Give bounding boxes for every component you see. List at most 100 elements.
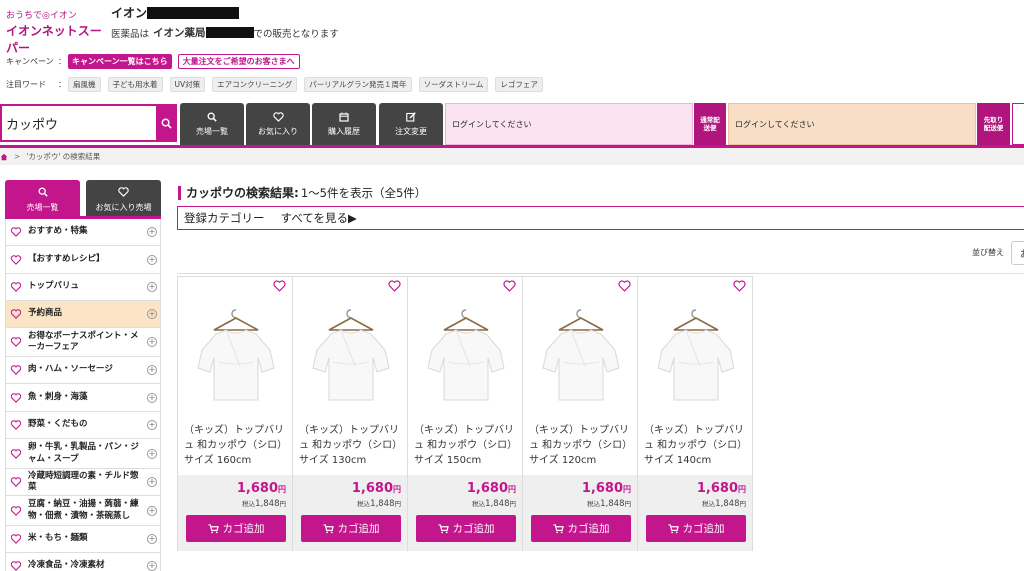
- sidebar-item[interactable]: 【おすすめレシピ】 +: [6, 246, 160, 274]
- product-image[interactable]: [644, 301, 748, 411]
- nav-purchase-history-button[interactable]: 購入履歴: [312, 103, 376, 145]
- expand-icon[interactable]: +: [147, 254, 157, 265]
- login-prompt-pickup[interactable]: ログインしてください: [728, 103, 976, 145]
- sidebar-item[interactable]: 野菜・くだもの +: [6, 412, 160, 439]
- heart-icon[interactable]: [10, 337, 22, 347]
- product-image[interactable]: [529, 301, 633, 411]
- product-card[interactable]: （キッズ）トップバリュ 和カッポウ（シロ）サイズ 120cm 1,680円 税込1,…: [522, 276, 638, 551]
- product-card[interactable]: （キッズ）トップバリュ 和カッポウ（シロ）サイズ 130cm 1,680円 税込1,…: [292, 276, 408, 551]
- add-to-cart-button[interactable]: カゴ追加: [531, 515, 631, 542]
- expand-icon[interactable]: +: [147, 309, 157, 319]
- keyword-tag[interactable]: レゴフェア: [495, 77, 543, 92]
- heart-icon[interactable]: [10, 365, 22, 375]
- expand-icon[interactable]: +: [147, 337, 157, 347]
- product-image[interactable]: [184, 301, 288, 411]
- login-prompt-normal[interactable]: ログインしてください: [445, 103, 693, 145]
- expand-icon[interactable]: +: [147, 282, 157, 292]
- sidebar-item-label: 予約商品: [28, 308, 63, 319]
- keyword-colon: ：: [58, 80, 66, 89]
- sidebar-item-label: 冷蔵時短調理の素・チルド惣菜: [28, 470, 139, 492]
- product-name[interactable]: （キッズ）トップバリュ 和カッポウ（シロ）サイズ 160cm: [184, 423, 290, 468]
- favorite-heart-icon[interactable]: [503, 280, 516, 292]
- product-name[interactable]: （キッズ）トップバリュ 和カッポウ（シロ）サイズ 150cm: [414, 423, 520, 468]
- add-to-cart-button[interactable]: カゴ追加: [301, 515, 401, 542]
- home-icon[interactable]: [0, 153, 8, 161]
- heart-icon[interactable]: [10, 420, 22, 430]
- favorite-heart-icon[interactable]: [733, 280, 746, 292]
- product-card[interactable]: （キッズ）トップバリュ 和カッポウ（シロ）サイズ 140cm 1,680円 税込1,…: [637, 276, 753, 551]
- sidebar-item[interactable]: 魚・刺身・海藻 +: [6, 384, 160, 412]
- tab-favorite-floors[interactable]: お気に入り売場: [86, 180, 161, 216]
- expand-icon[interactable]: +: [147, 448, 157, 459]
- sidebar-item[interactable]: お得なボーナスポイント・メーカーフェア +: [6, 328, 160, 357]
- add-to-cart-button[interactable]: カゴ追加: [646, 515, 746, 542]
- keyword-tag[interactable]: 子ども用水着: [107, 77, 163, 92]
- search-icon: [38, 187, 48, 197]
- keyword-tag[interactable]: 扇風機: [68, 77, 101, 92]
- sidebar-item[interactable]: 冷蔵時短調理の素・チルド惣菜 +: [6, 469, 160, 496]
- heart-icon[interactable]: [10, 561, 22, 571]
- nav-sales-floor-button[interactable]: 売場一覧: [180, 103, 244, 145]
- nav-order-change-button[interactable]: 注文変更: [379, 103, 443, 145]
- tax-yen: 円: [624, 500, 632, 508]
- expand-icon[interactable]: +: [147, 505, 157, 516]
- keyword-tag[interactable]: パーリアルグラン発売１周年: [304, 77, 412, 92]
- site-logo[interactable]: おうちで◎イオン イオンネットスーパー: [6, 8, 106, 56]
- heart-icon[interactable]: [10, 309, 22, 319]
- heart-icon[interactable]: [10, 392, 22, 403]
- expand-icon[interactable]: +: [147, 392, 157, 403]
- sidebar-item[interactable]: 肉・ハム・ソーセージ +: [6, 357, 160, 384]
- sort-select[interactable]: お: [1011, 241, 1024, 265]
- keyword-tag[interactable]: エアコンクリーニング: [212, 77, 298, 92]
- search-icon: [161, 118, 172, 129]
- heart-icon[interactable]: [10, 227, 22, 237]
- sidebar-item[interactable]: 予約商品 +: [6, 301, 160, 328]
- expand-icon[interactable]: +: [147, 477, 157, 487]
- product-image[interactable]: [414, 301, 518, 411]
- search-button[interactable]: [156, 104, 177, 142]
- tab-sales-floor[interactable]: 売場一覧: [5, 180, 80, 216]
- heading-accent-bar: [178, 185, 181, 200]
- expand-icon[interactable]: +: [147, 420, 157, 430]
- sidebar-item[interactable]: トップバリュ +: [6, 274, 160, 301]
- expand-icon[interactable]: +: [147, 561, 157, 571]
- sidebar-item[interactable]: 冷凍食品・冷凍素材 +: [6, 553, 160, 571]
- expand-icon[interactable]: +: [147, 534, 157, 544]
- add-to-cart-button[interactable]: カゴ追加: [186, 515, 286, 542]
- add-to-cart-button[interactable]: カゴ追加: [416, 515, 516, 542]
- price-yen: 円: [623, 485, 631, 494]
- heart-icon[interactable]: [10, 254, 22, 265]
- product-name[interactable]: （キッズ）トップバリュ 和カッポウ（シロ）サイズ 140cm: [644, 423, 750, 468]
- heart-icon[interactable]: [10, 505, 22, 516]
- show-all-categories-link[interactable]: すべてを見る▶: [281, 210, 357, 226]
- tax-label: 税込: [587, 500, 601, 508]
- nav-overflow-box[interactable]: [1012, 103, 1024, 145]
- bulk-order-button[interactable]: 大量注文をご希望のお客さまへ: [177, 54, 300, 69]
- sidebar-item[interactable]: おすすめ・特集 +: [6, 219, 160, 246]
- heart-icon[interactable]: [10, 448, 22, 459]
- heart-icon[interactable]: [10, 534, 22, 544]
- favorite-heart-icon[interactable]: [388, 280, 401, 292]
- sidebar-item[interactable]: 卵・牛乳・乳製品・パン・ジャム・スープ +: [6, 439, 160, 469]
- expand-icon[interactable]: +: [147, 227, 157, 237]
- product-name[interactable]: （キッズ）トップバリュ 和カッポウ（シロ）サイズ 120cm: [529, 423, 635, 468]
- campaign-list-button[interactable]: キャンペーン一覧はこちら: [68, 54, 172, 69]
- product-price: 1,680円: [352, 481, 401, 496]
- search-input[interactable]: カッポウ: [0, 104, 156, 142]
- product-image[interactable]: [299, 301, 403, 411]
- sidebar-item[interactable]: 米・もち・麺類 +: [6, 526, 160, 553]
- logo-tagline: おうちで◎イオン: [6, 11, 77, 21]
- keyword-tag[interactable]: ソーダストリーム: [418, 77, 489, 92]
- nav-favorites-button[interactable]: お気に入り: [246, 103, 310, 145]
- favorite-heart-icon[interactable]: [273, 280, 286, 292]
- keyword-tag[interactable]: UV対策: [169, 77, 206, 92]
- heart-icon[interactable]: [10, 477, 22, 487]
- favorite-heart-icon[interactable]: [618, 280, 631, 292]
- sidebar-item[interactable]: 豆腐・納豆・油揚・蒟蒻・練物・佃煮・漬物・茶碗蒸し +: [6, 496, 160, 526]
- heart-icon[interactable]: [10, 282, 22, 292]
- pharmacy-note-suffix: での販売となります: [253, 28, 339, 40]
- product-card[interactable]: （キッズ）トップバリュ 和カッポウ（シロ）サイズ 160cm 1,680円 税込1,…: [177, 276, 293, 551]
- product-name[interactable]: （キッズ）トップバリュ 和カッポウ（シロ）サイズ 130cm: [299, 423, 405, 468]
- expand-icon[interactable]: +: [147, 365, 157, 375]
- product-card[interactable]: （キッズ）トップバリュ 和カッポウ（シロ）サイズ 150cm 1,680円 税込1,…: [407, 276, 523, 551]
